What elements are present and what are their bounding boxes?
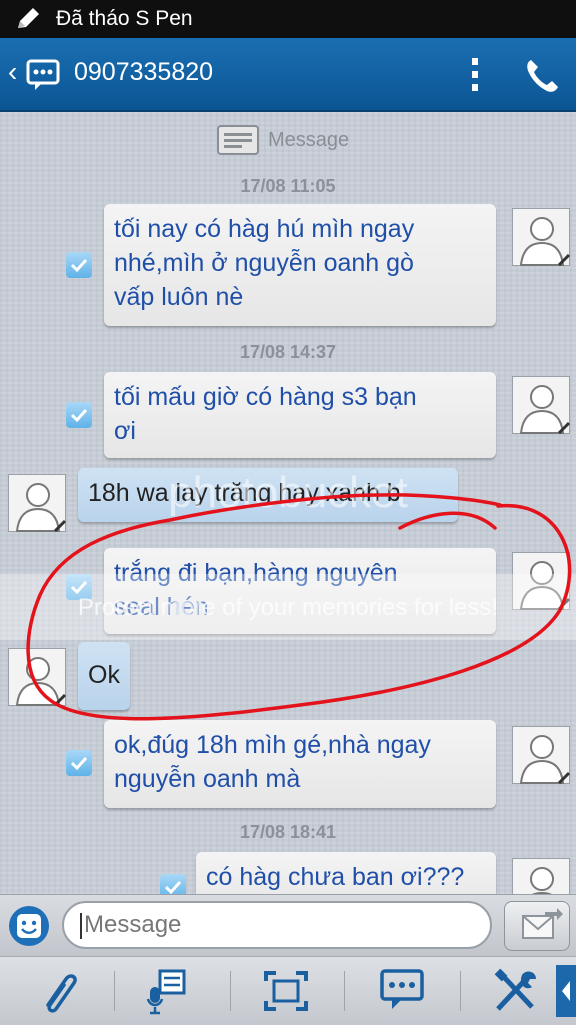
message-line: tối mấu giờ có hàng s3 bạn	[114, 383, 417, 411]
attach-icon[interactable]	[26, 965, 86, 1017]
message-line: ơi	[114, 417, 136, 445]
person-icon	[519, 735, 571, 785]
send-icon	[522, 908, 563, 939]
back-arrow-icon[interactable]: ‹	[8, 56, 17, 88]
message-line: nhé,mìh ở nguyễn oanh gò	[114, 249, 414, 277]
status-notification: Đã tháo S Pen	[56, 7, 193, 30]
avatar[interactable]	[512, 208, 571, 267]
voice-input-icon[interactable]	[140, 965, 200, 1017]
person-icon	[15, 657, 67, 707]
person-icon	[530, 867, 554, 894]
send-button[interactable]	[504, 901, 570, 951]
bottom-toolbar	[0, 956, 576, 1025]
message-line: vấp luôn nè	[114, 283, 244, 311]
chat-icon[interactable]	[372, 965, 432, 1017]
select-checkbox[interactable]	[66, 402, 92, 428]
outgoing-message[interactable]: tối mấu giờ có hàng s3 bạn ơi	[104, 372, 496, 458]
message-line: Ok	[88, 661, 120, 689]
message-type-label: Message	[216, 122, 376, 158]
status-bar: Đã tháo S Pen	[0, 0, 576, 38]
outgoing-message[interactable]: ok,đúg 18h mìh gé,nhà ngay nguyễn oanh m…	[104, 720, 496, 808]
emoticon-icon[interactable]	[8, 905, 50, 947]
composer-bar: Message	[0, 894, 576, 957]
incoming-message[interactable]: Ok	[78, 642, 130, 710]
message-line: ok,đúg 18h mìh gé,nhà ngay	[114, 731, 431, 759]
timestamp: 17/08 11:05	[240, 176, 336, 196]
outgoing-message[interactable]: tối nay có hàg hú mìh ngay nhé,mìh ở ngu…	[104, 204, 496, 326]
phone-call-icon[interactable]	[522, 56, 562, 96]
avatar[interactable]	[512, 376, 571, 435]
message-line: có hàg chưa ban ơi???	[206, 863, 465, 891]
outgoing-message[interactable]: có hàg chưa ban ơi???	[196, 852, 496, 894]
tools-icon[interactable]	[486, 965, 546, 1017]
message-input[interactable]: Message	[62, 901, 492, 949]
contact-number: 0907335820	[74, 58, 214, 86]
timestamp: 17/08 14:37	[239, 342, 337, 362]
avatar[interactable]	[512, 726, 571, 785]
person-icon	[519, 217, 571, 267]
select-checkbox[interactable]	[66, 750, 92, 776]
message-line: tối nay có hàg hú mìh ngay	[114, 215, 415, 243]
select-checkbox[interactable]	[160, 874, 186, 894]
avatar[interactable]	[8, 648, 67, 707]
expand-toolbar-button[interactable]	[556, 965, 576, 1017]
message-input-placeholder: Message	[84, 911, 182, 938]
title-bar: ‹ 0907335820	[0, 38, 576, 112]
avatar[interactable]	[512, 858, 570, 894]
watermark-tagline: Protect more of your memories for less!	[77, 594, 499, 621]
select-checkbox[interactable]	[66, 252, 92, 278]
pen-icon	[18, 8, 39, 28]
screen-capture-icon[interactable]	[256, 965, 316, 1017]
person-icon	[519, 385, 571, 435]
message-line: nguyễn oanh mà	[114, 765, 301, 793]
expand-arrow-icon	[562, 981, 570, 1001]
message-icon	[217, 125, 259, 155]
watermark-brand: photobucket	[168, 468, 408, 517]
timestamp: 17/08 18:41	[239, 822, 337, 842]
overflow-menu-icon[interactable]	[460, 56, 490, 94]
messages-app-icon[interactable]	[26, 58, 60, 92]
message-type-text: Message	[268, 129, 350, 151]
